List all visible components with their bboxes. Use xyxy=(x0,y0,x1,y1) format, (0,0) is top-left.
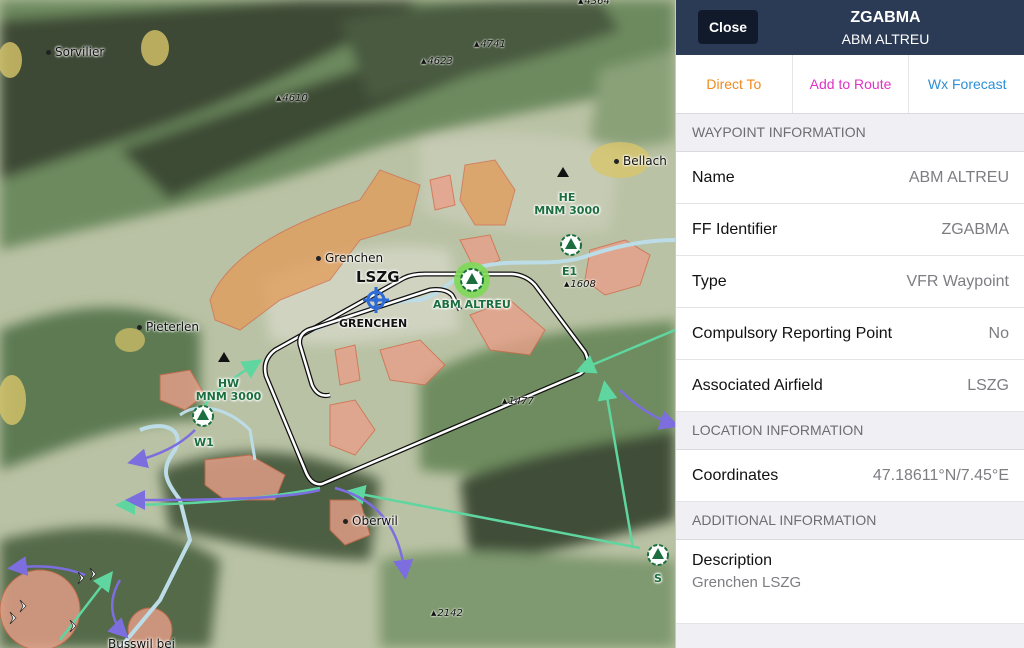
place-label: Oberwil xyxy=(343,514,398,528)
waypoint-id-w1: W1 xyxy=(194,436,214,449)
wx-forecast-button[interactable]: Wx Forecast xyxy=(909,55,1024,113)
row-value: VFR Waypoint xyxy=(906,272,1009,290)
row-label: Associated Airfield xyxy=(692,376,823,394)
info-row-description: Description Grenchen LSZG xyxy=(676,540,1024,624)
row-label: Compulsory Reporting Point xyxy=(692,324,893,342)
peak-elevation: 4610 xyxy=(276,93,307,104)
waypoint-id-e1: E1 xyxy=(562,265,578,278)
row-label: Description xyxy=(692,552,773,569)
info-row-name: Name ABM ALTREU xyxy=(676,152,1024,204)
close-button[interactable]: Close xyxy=(698,10,758,44)
map-terrain xyxy=(0,0,675,648)
action-bar: Direct To Add to Route Wx Forecast xyxy=(676,55,1024,114)
peak-elevation: 2142 xyxy=(431,608,462,619)
row-value: LSZG xyxy=(967,376,1009,394)
waypoint-label-he[interactable]: HE MNM 3000 xyxy=(532,191,602,217)
peak-elevation: 1608 xyxy=(564,279,595,290)
section-header-waypoint-information: WAYPOINT INFORMATION xyxy=(676,114,1024,152)
info-row-compulsory-reporting-point: Compulsory Reporting Point No xyxy=(676,308,1024,360)
map-view[interactable]: Sorvilier Bellach Grenchen Pieterlen Obe… xyxy=(0,0,675,648)
panel-header: Close ZGABMA ABM ALTREU xyxy=(676,0,1024,55)
row-label: Type xyxy=(692,272,727,290)
airfield-name-label: GRENCHEN xyxy=(339,317,408,330)
waypoint-detail-panel: Close ZGABMA ABM ALTREU Direct To Add to… xyxy=(675,0,1024,648)
section-header-additional-information: ADDITIONAL INFORMATION xyxy=(676,502,1024,540)
panel-subtitle: ABM ALTREU xyxy=(841,31,930,47)
place-label: Pieterlen xyxy=(137,320,199,334)
add-to-route-button[interactable]: Add to Route xyxy=(793,55,910,113)
info-row-ff-identifier: FF Identifier ZGABMA xyxy=(676,204,1024,256)
peak-elevation: 4364 xyxy=(578,0,609,7)
row-label: FF Identifier xyxy=(692,220,778,238)
place-label: Bellach xyxy=(614,154,667,168)
row-label: Coordinates xyxy=(692,466,779,484)
row-value: ABM ALTREU xyxy=(908,168,1009,186)
peak-elevation: 4741 xyxy=(474,39,505,50)
row-label: Name xyxy=(692,168,735,186)
airfield-code-label[interactable]: LSZG xyxy=(356,268,400,286)
place-label: Busswil bei xyxy=(108,637,175,648)
row-value: ZGABMA xyxy=(941,220,1009,238)
waypoint-label-abm-altreu[interactable]: ABM ALTREU xyxy=(433,298,511,311)
row-value: 47.18611°N/7.45°E xyxy=(872,466,1009,484)
info-row-associated-airfield[interactable]: Associated Airfield LSZG xyxy=(676,360,1024,412)
waypoint-label-hw[interactable]: HW MNM 3000 xyxy=(191,377,266,403)
info-row-type: Type VFR Waypoint xyxy=(676,256,1024,308)
place-label: Grenchen xyxy=(316,251,383,265)
place-label: Sorvilier xyxy=(46,45,104,59)
info-row-coordinates: Coordinates 47.18611°N/7.45°E xyxy=(676,450,1024,502)
panel-title: ZGABMA xyxy=(850,9,921,26)
direct-to-button[interactable]: Direct To xyxy=(676,55,793,113)
row-value: No xyxy=(988,324,1009,342)
peak-elevation: 4623 xyxy=(421,56,452,67)
peak-elevation: 1477 xyxy=(502,396,533,407)
section-header-location-information: LOCATION INFORMATION xyxy=(676,412,1024,450)
waypoint-label-s[interactable]: S xyxy=(654,572,662,585)
row-value: Grenchen LSZG xyxy=(692,574,802,591)
